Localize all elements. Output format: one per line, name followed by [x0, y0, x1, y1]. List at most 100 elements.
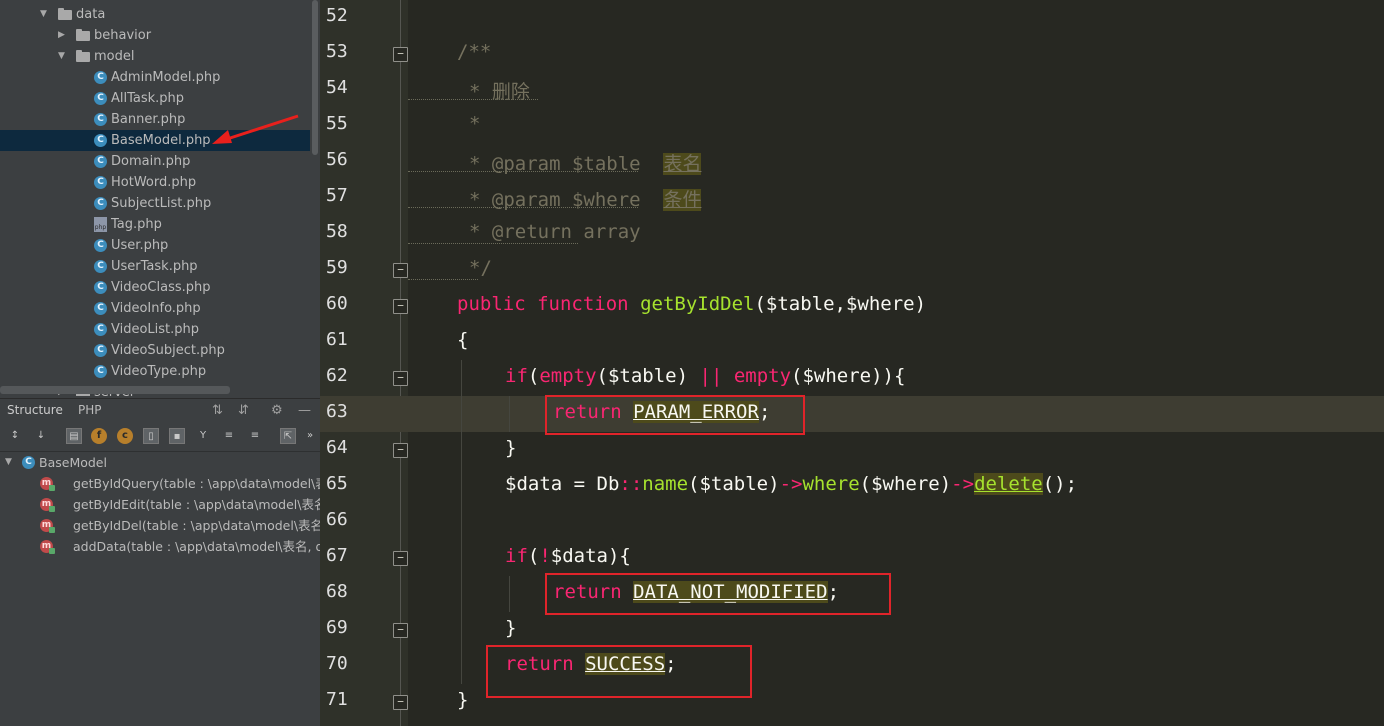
fold-toggle-icon[interactable]: − — [393, 551, 408, 566]
fold-toggle-icon[interactable]: − — [393, 623, 408, 638]
line-number: 59 — [326, 257, 348, 278]
code-line[interactable]: 64 − } — [320, 432, 1384, 468]
code-editor[interactable]: 52 53 − /** 54 * 删除 55 * 56 * @param $ta… — [320, 0, 1384, 726]
structure-method[interactable]: m getByIdQuery(table : \app\data\model\表… — [0, 473, 320, 494]
chevron-down-icon[interactable]: ▼ — [40, 4, 47, 25]
tree-item-file[interactable]: C VideoType.php — [0, 361, 310, 382]
collapse-all-icon[interactable]: ⇵ — [238, 403, 249, 418]
tree-item-file[interactable]: C UserTask.php — [0, 256, 310, 277]
more-icon[interactable]: » — [302, 428, 318, 444]
method-signature: getByIdEdit(table : \app\data\model\表名, — [73, 497, 320, 512]
code-line-current[interactable]: 63 return PARAM_ERROR; — [320, 396, 1384, 432]
code-line[interactable]: 66 — [320, 504, 1384, 540]
tree-item-data[interactable]: ▼ data — [0, 4, 310, 25]
autoscroll-icon[interactable]: ⇱ — [280, 428, 296, 444]
tree-item-label: Tag.php — [111, 217, 162, 232]
show-private-icon[interactable]: ▪ — [169, 428, 185, 444]
code-line[interactable]: 52 — [320, 0, 1384, 36]
chevron-down-icon[interactable]: ▼ — [5, 452, 12, 473]
tree-item-label: AllTask.php — [111, 91, 185, 106]
code-line[interactable]: 65 $data = Db::name($table)->where($wher… — [320, 468, 1384, 504]
structure-method[interactable]: m getByIdEdit(table : \app\data\model\表名… — [0, 494, 320, 515]
chevron-down-icon[interactable]: ▼ — [58, 46, 65, 67]
structure-method[interactable]: m addData(table : \app\data\model\表名, da — [0, 536, 320, 557]
tree-vertical-scrollbar[interactable] — [312, 0, 318, 155]
line-number: 55 — [326, 113, 348, 134]
doc-comment-underline — [408, 97, 538, 100]
expand-all-icon[interactable]: ≡ — [221, 428, 237, 444]
fold-toggle-icon[interactable]: − — [393, 299, 408, 314]
code-line[interactable]: 53 − /** — [320, 36, 1384, 72]
sort-alpha-icon[interactable]: ↓ — [33, 428, 49, 444]
code-line[interactable]: 54 * 删除 — [320, 72, 1384, 108]
tree-item-behavior[interactable]: ▶ behavior — [0, 25, 310, 46]
code-line[interactable]: 55 * — [320, 108, 1384, 144]
tree-item-file[interactable]: C User.php — [0, 235, 310, 256]
code-line[interactable]: 58 * @return array — [320, 216, 1384, 252]
tab-php[interactable]: PHP — [78, 403, 102, 417]
fold-toggle-icon[interactable]: − — [393, 371, 408, 386]
show-includes-icon[interactable]: ▯ — [143, 428, 159, 444]
fold-toggle-icon[interactable]: − — [393, 263, 408, 278]
show-inherited-icon[interactable]: ▤ — [66, 428, 82, 444]
php-class-icon: C — [94, 197, 107, 210]
code-text: public function getByIdDel($table,$where… — [457, 293, 927, 315]
tree-item-file[interactable]: C VideoSubject.php — [0, 340, 310, 361]
chevron-right-icon[interactable]: ▶ — [58, 25, 65, 46]
line-number: 64 — [326, 437, 348, 458]
collapse-all-icon[interactable]: ≡ — [247, 428, 263, 444]
indent-guide — [461, 648, 462, 684]
public-visibility-icon — [49, 527, 55, 533]
code-line[interactable]: 71 − } — [320, 684, 1384, 720]
fold-toggle-icon[interactable]: − — [393, 47, 408, 62]
tool-window-tabs: Structure PHP ⇅ ⇵ ⚙ — — [0, 398, 320, 423]
structure-method[interactable]: m getByIdDel(table : \app\data\model\表名,… — [0, 515, 320, 536]
code-line[interactable]: 62 − if(empty($table) || empty($where)){ — [320, 360, 1384, 396]
fold-toggle-icon[interactable]: − — [393, 443, 408, 458]
php-class-icon: C — [94, 344, 107, 357]
tree-item-file[interactable]: php Tag.php — [0, 214, 310, 235]
tree-horizontal-scrollbar[interactable] — [0, 386, 230, 394]
indent-guide — [509, 396, 510, 432]
show-constants-icon[interactable]: c — [117, 428, 133, 444]
filter-icon[interactable]: Y — [195, 428, 211, 444]
code-line[interactable]: 61 { — [320, 324, 1384, 360]
tree-item-label: VideoList.php — [111, 322, 200, 337]
tree-item-label: VideoType.php — [111, 364, 207, 379]
gear-icon[interactable]: ⚙ — [271, 403, 283, 418]
code-line[interactable]: 69 − } — [320, 612, 1384, 648]
tree-item-file[interactable]: C AdminModel.php — [0, 67, 310, 88]
tree-item-file[interactable]: C VideoInfo.php — [0, 298, 310, 319]
tree-item-file[interactable]: C SubjectList.php — [0, 193, 310, 214]
method-signature: addData(table : \app\data\model\表名, da — [73, 539, 320, 554]
code-line[interactable]: 57 * @param $where 条件 — [320, 180, 1384, 216]
code-text: */ — [469, 257, 492, 279]
indent-guide — [461, 612, 462, 648]
tree-item-file[interactable]: C VideoList.php — [0, 319, 310, 340]
fold-toggle-icon[interactable]: − — [393, 695, 408, 710]
structure-toolbar: ↕ ↓ ▤ f c ▯ ▪ Y ≡ ≡ ⇱ » — [0, 423, 320, 452]
tree-item-file[interactable]: C Domain.php — [0, 151, 310, 172]
code-line[interactable]: 70 return SUCCESS; — [320, 648, 1384, 684]
structure-root[interactable]: ▼ C BaseModel — [0, 452, 320, 473]
public-visibility-icon — [49, 548, 55, 554]
minimize-icon[interactable]: — — [298, 403, 311, 418]
tree-item-file[interactable]: C VideoClass.php — [0, 277, 310, 298]
code-line[interactable]: 67 − if(!$data){ — [320, 540, 1384, 576]
tree-item-label: VideoSubject.php — [111, 343, 225, 358]
tab-structure[interactable]: Structure — [7, 403, 63, 417]
code-line[interactable]: 56 * @param $table 表名 — [320, 144, 1384, 180]
tree-item-label: data — [76, 7, 106, 22]
tree-item-model[interactable]: ▼ model — [0, 46, 310, 67]
code-line[interactable]: 60 − public function getByIdDel($table,$… — [320, 288, 1384, 324]
sort-visibility-icon[interactable]: ↕ — [7, 428, 23, 444]
tree-item-label: VideoClass.php — [111, 280, 211, 295]
tree-item-file[interactable]: C AllTask.php — [0, 88, 310, 109]
tree-item-label: User.php — [111, 238, 169, 253]
structure-tree: ▼ C BaseModel m getByIdQuery(table : \ap… — [0, 452, 320, 726]
show-fields-icon[interactable]: f — [91, 428, 107, 444]
expand-all-icon[interactable]: ⇅ — [212, 403, 223, 418]
tree-item-file[interactable]: C HotWord.php — [0, 172, 310, 193]
doc-comment-underline — [408, 205, 638, 208]
code-line[interactable]: 59 − */ — [320, 252, 1384, 288]
